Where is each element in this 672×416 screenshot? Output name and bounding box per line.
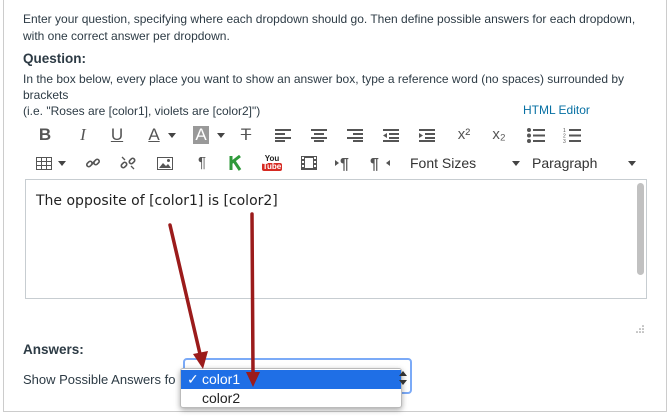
background-color-icon: A [193,125,209,144]
youtube-icon: You Tube [261,155,283,171]
align-right-icon [347,128,363,142]
align-right-button[interactable] [346,122,364,148]
dropdown-option-label: color2 [202,390,241,406]
bold-icon: B [38,125,52,144]
html-editor-link[interactable]: HTML Editor [523,103,590,117]
align-center-button[interactable] [310,122,328,148]
link-icon [85,158,101,168]
numbered-list-button[interactable]: 123 [562,122,582,148]
dropdown-option-color1[interactable]: ✓ color1 [181,370,401,389]
svg-text:¶: ¶ [370,156,379,171]
align-left-icon [275,128,291,142]
table-icon [36,156,52,170]
indent-icon [419,128,435,142]
superscript-icon: x² [457,126,471,143]
paragraph-format-dropdown-icon [628,160,636,166]
underline-button[interactable]: U [108,122,126,148]
rtl-icon: ¶ [370,156,390,171]
image-icon [157,156,173,170]
dropdown-option-label: color1 [202,371,241,387]
media-button[interactable] [300,150,318,176]
rtl-button[interactable]: ¶ [369,150,391,176]
align-left-button[interactable] [274,122,292,148]
bullet-list-button[interactable] [526,122,546,148]
paragraph-format-select[interactable]: Paragraph [532,150,636,176]
table-button[interactable] [34,150,68,176]
ltr-button[interactable]: ¶ [334,150,356,176]
font-sizes-dropdown-icon [512,160,520,166]
question-editor[interactable]: The opposite of [color1] is [color2] [25,179,647,299]
background-color-button[interactable]: A [189,122,229,148]
question-help-line-1: In the box below, every place you want t… [23,72,625,102]
youtube-icon-bottom: Tube [261,162,283,171]
paragraph-mark-button[interactable]: ¶ [194,150,210,176]
checkmark-icon: ✓ [187,371,199,387]
image-button[interactable] [156,150,174,176]
bold-button[interactable]: B [36,122,54,148]
clear-formatting-button[interactable]: T [236,122,256,148]
paragraph-mark-icon: ¶ [197,154,207,171]
text-color-button[interactable]: A [142,122,182,148]
svg-text:¶: ¶ [340,156,349,171]
indent-button[interactable] [418,122,436,148]
outdent-button[interactable] [382,122,400,148]
select-updown-icon [399,371,407,385]
background-color-dropdown-icon [216,132,225,138]
editor-toolbar-row-1: B I U A A T x² x₂ 123 [26,122,646,148]
media-icon [301,156,317,170]
equation-button[interactable] [227,150,245,176]
unlink-icon [120,156,136,170]
underline-icon: U [110,125,124,144]
ltr-icon: ¶ [335,156,349,171]
link-button[interactable] [84,150,102,176]
dropdown-option-color2[interactable]: color2 [181,389,401,408]
svg-text:3: 3 [563,139,566,143]
outdent-icon [383,128,399,142]
font-sizes-select[interactable]: Font Sizes [410,150,520,176]
question-heading: Question: [23,51,86,66]
instructions-text: Enter your question, specifying where ea… [23,12,636,43]
unlink-button[interactable] [119,150,137,176]
text-color-dropdown-icon [167,132,176,138]
answers-heading: Answers: [23,342,84,357]
editor-toolbar-row-2: ¶ You Tube ¶ ¶ Font Sizes Paragraph [26,150,646,176]
bullet-list-icon [527,127,545,143]
show-possible-answers-label: Show Possible Answers fo [23,372,176,387]
italic-button[interactable]: I [75,122,91,148]
subscript-button[interactable]: x₂ [489,122,509,148]
clear-formatting-icon: T [240,125,252,144]
superscript-button[interactable]: x² [454,122,474,148]
numbered-list-icon: 123 [563,128,581,143]
equation-icon [229,155,242,171]
paragraph-format-label: Paragraph [532,155,598,171]
subscript-icon: x₂ [492,126,506,143]
align-center-icon [311,128,327,142]
table-dropdown-icon [58,160,66,166]
resize-grip-icon[interactable] [636,325,644,333]
blank-id-dropdown-menu: ✓ color1 color2 [180,368,402,408]
text-color-icon: A [148,125,160,144]
youtube-button[interactable]: You Tube [260,150,284,176]
font-sizes-label: Font Sizes [410,155,477,171]
editor-scrollbar-thumb[interactable] [637,183,644,275]
editor-content: The opposite of [color1] is [color2] [36,193,278,209]
italic-icon: I [80,125,86,144]
